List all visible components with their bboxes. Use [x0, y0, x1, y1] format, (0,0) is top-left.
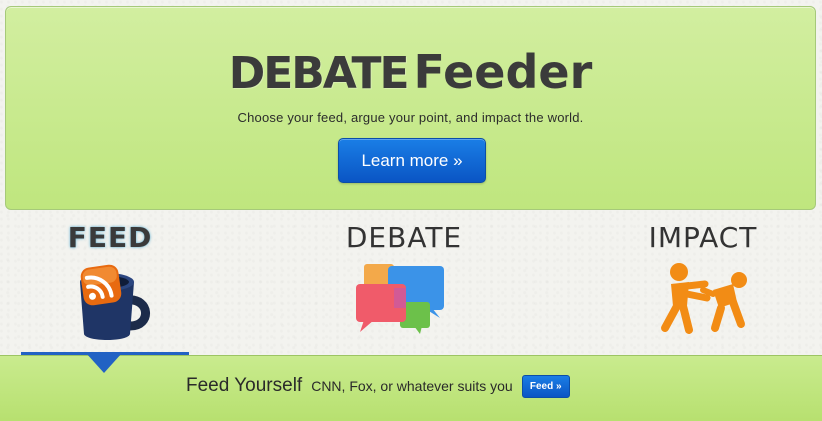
feature-detail-title: Feed Yourself — [186, 375, 303, 396]
feed-button[interactable]: Feed » — [521, 375, 570, 398]
feature-detail-content: Feed Yourself CNN, Fox, or whatever suit… — [186, 375, 570, 400]
feature-feed: FEED — [0, 220, 230, 340]
speech-bubbles-icon[interactable] — [354, 262, 454, 343]
active-tab-arrow-icon — [86, 353, 122, 373]
hero-banner: DEBATE Feeder Choose your feed, argue you… — [5, 6, 816, 210]
learn-more-button[interactable]: Learn more » — [338, 138, 486, 183]
tagline: Choose your feed, argue your point, and … — [237, 110, 584, 125]
logo-debate-text: DEBATE — [228, 48, 410, 99]
site-logo[interactable]: DEBATE Feeder — [6, 43, 815, 103]
feature-detail-description: CNN, Fox, or whatever suits you — [311, 378, 513, 394]
feature-debate-title[interactable]: DEBATE — [284, 220, 524, 256]
feature-feed-title[interactable]: FEED — [0, 220, 230, 256]
rss-mug-icon[interactable] — [68, 262, 152, 351]
feature-impact-title[interactable]: IMPACT — [583, 220, 822, 256]
logo-feeder-text: Feeder — [413, 45, 593, 99]
feature-impact: IMPACT — [583, 220, 822, 334]
feature-debate: DEBATE — [284, 220, 524, 334]
figures-pushing-icon[interactable] — [653, 262, 753, 339]
